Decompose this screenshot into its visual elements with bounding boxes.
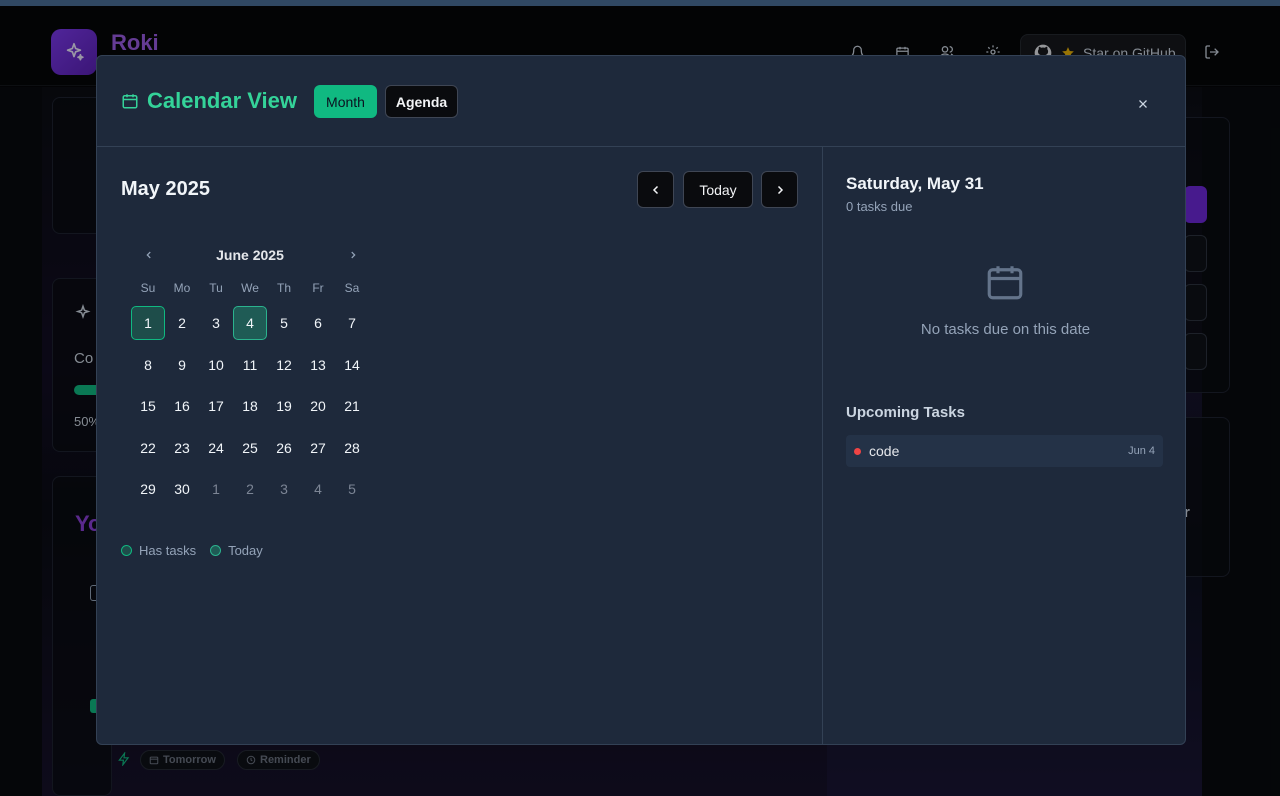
day-cell[interactable]: 19: [267, 389, 301, 423]
chevron-right-icon: [777, 185, 783, 194]
legend-today-dot: [210, 545, 222, 556]
selected-date: Saturday, May 31: [846, 174, 984, 193]
day-cell[interactable]: 15: [131, 389, 165, 423]
day-cell[interactable]: 24: [199, 431, 233, 465]
chevron-left-icon: [652, 185, 658, 194]
empty-state-message: No tasks due on this date: [920, 321, 1091, 338]
day-cell[interactable]: 1: [199, 472, 233, 506]
day-cell[interactable]: 9: [165, 348, 199, 382]
week-row: 1234567: [131, 306, 369, 340]
upcoming-tasks-title: Upcoming Tasks: [846, 404, 965, 421]
weekday-label: Su: [140, 281, 156, 295]
modal-title: Calendar View: [147, 88, 297, 113]
legend-has-tasks-label: Has tasks: [139, 543, 197, 558]
calendar-icon: [122, 94, 138, 109]
chevron-right-icon: [351, 251, 356, 259]
day-cell[interactable]: 3: [199, 306, 233, 340]
legend-today: Today: [210, 543, 263, 558]
task-date: Jun 4: [1128, 445, 1155, 457]
today-button[interactable]: Today: [683, 171, 753, 208]
week-row: 29 30 1 2 3 4 5: [131, 472, 369, 506]
day-cell[interactable]: 28: [335, 431, 369, 465]
day-cell[interactable]: 25: [233, 431, 267, 465]
day-cell[interactable]: 4: [301, 472, 335, 506]
tab-agenda[interactable]: Agenda: [385, 85, 458, 118]
calendar-icon: [987, 266, 1023, 300]
close-icon: [1139, 100, 1147, 108]
day-cell[interactable]: 22: [131, 431, 165, 465]
day-cell-has-tasks[interactable]: 1: [131, 306, 165, 340]
day-cell[interactable]: 23: [165, 431, 199, 465]
mini-calendar-caption: June 2025: [216, 247, 284, 263]
day-cell[interactable]: 2: [233, 472, 267, 506]
day-grid: 1 2 3 4 5 6 7 8 9 10 11 12 13 14 15 16 17 18 19 20 21 22 23 24 2…: [131, 306, 369, 514]
day-cell[interactable]: 16: [165, 389, 199, 423]
close-button[interactable]: [1133, 94, 1153, 114]
calendar-modal: Calendar View Month Agenda May 2025 Toda…: [96, 55, 1186, 745]
legend-today-label: Today: [228, 543, 263, 558]
day-cell[interactable]: 21: [335, 389, 369, 423]
day-detail-pane: Saturday, May 31 0 tasks due No tasks du…: [822, 147, 1185, 744]
day-cell[interactable]: 29: [131, 472, 165, 506]
current-month-title: May 2025: [121, 178, 210, 200]
next-month-button[interactable]: [761, 171, 798, 208]
day-cell[interactable]: 5: [267, 306, 301, 340]
upcoming-task-item[interactable]: code Jun 4: [846, 435, 1163, 467]
day-cell[interactable]: 2: [165, 306, 199, 340]
week-row: 22 23 24 25 26 27 28: [131, 431, 369, 465]
calendar-pane: May 2025 Today June 2025 Su Mo Tu We Th Fr Sa …: [97, 147, 822, 744]
day-cell[interactable]: 8: [131, 348, 165, 382]
day-cell-today[interactable]: 4: [233, 306, 267, 340]
legend-has-tasks: Has tasks: [121, 543, 196, 558]
day-cell[interactable]: 26: [267, 431, 301, 465]
weekday-label: Sa: [344, 281, 360, 295]
weekday-label: Tu: [209, 281, 223, 295]
weekday-label: We: [241, 281, 259, 295]
day-cell[interactable]: 5: [335, 472, 369, 506]
priority-dot: [854, 447, 861, 455]
week-row: 8 9 10 11 12 13 14: [131, 348, 369, 382]
day-cell[interactable]: 27: [301, 431, 335, 465]
day-cell[interactable]: 7: [335, 306, 369, 340]
weekday-label: Th: [276, 281, 291, 295]
mini-calendar: June 2025 Su Mo Tu We Th Fr Sa 1 2 3 4 5 6 7 8 9 10 11 12…: [131, 239, 369, 497]
legend-has-tasks-dot: [121, 545, 132, 556]
day-cell[interactable]: 10: [199, 348, 233, 382]
day-cell[interactable]: 11: [233, 348, 267, 382]
day-cell[interactable]: 12: [267, 348, 301, 382]
day-cell[interactable]: 17: [199, 389, 233, 423]
task-name: code: [869, 443, 900, 459]
week-row: 15 16 17 18 19 20 21: [131, 389, 369, 423]
day-cell[interactable]: 20: [301, 389, 335, 423]
weekday-label: Fr: [312, 281, 324, 295]
day-cell[interactable]: 6: [301, 306, 335, 340]
day-cell[interactable]: 30: [165, 472, 199, 506]
day-cell[interactable]: 18: [233, 389, 267, 423]
weekday-header: Su Mo Tu We Th Fr Sa: [131, 281, 369, 295]
prev-month-button[interactable]: [637, 171, 674, 208]
tab-month[interactable]: Month: [314, 85, 377, 118]
weekday-label: Mo: [173, 281, 191, 295]
day-cell[interactable]: 13: [301, 348, 335, 382]
day-cell[interactable]: 14: [335, 348, 369, 382]
modal-header: Calendar View Month Agenda: [97, 56, 1185, 147]
mini-calendar-header: June 2025: [131, 239, 369, 269]
day-cell[interactable]: 3: [267, 472, 301, 506]
tasks-due-count: 0 tasks due: [846, 199, 913, 214]
mini-next-button[interactable]: [343, 245, 363, 265]
calendar-legend: Has tasks Today: [121, 543, 263, 558]
